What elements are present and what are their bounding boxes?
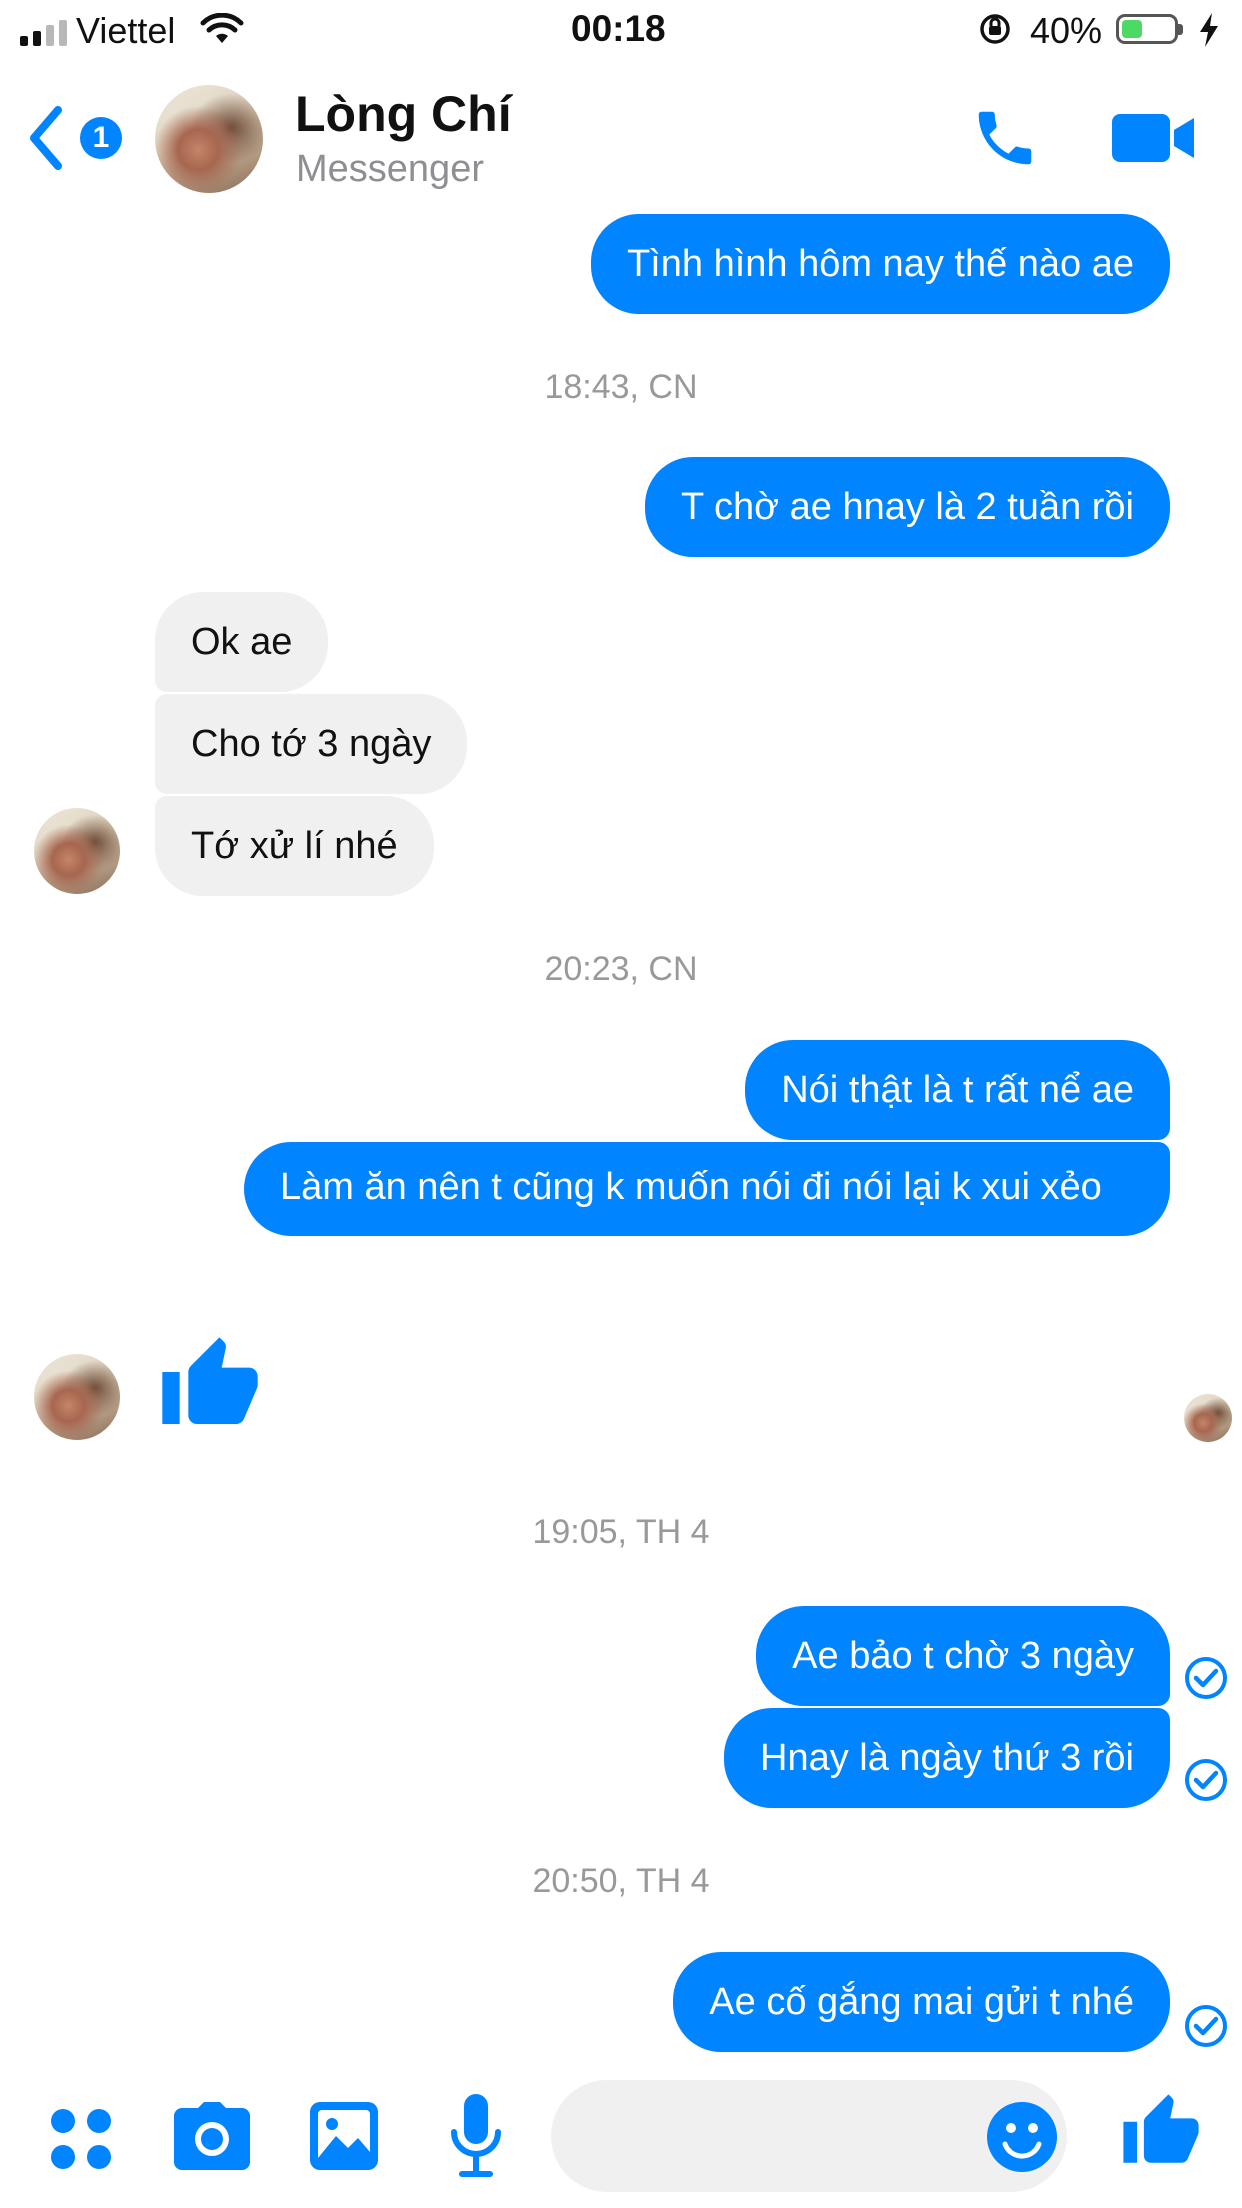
apps-grid-icon[interactable]: [48, 2106, 114, 2172]
contact-name[interactable]: Lòng Chí: [295, 85, 512, 143]
outgoing-message[interactable]: Tình hình hôm nay thế nào ae: [590, 214, 1170, 314]
read-check-icon: [1185, 1657, 1227, 1699]
timestamp: 20:23, CN: [544, 950, 698, 988]
sender-avatar: [34, 1354, 120, 1440]
gallery-icon[interactable]: [308, 2100, 380, 2172]
outgoing-message[interactable]: Nói thật là t rất nể ae: [745, 1040, 1170, 1140]
contact-subtitle: Messenger: [296, 148, 484, 190]
microphone-icon[interactable]: [448, 2092, 504, 2182]
thumbs-up-icon[interactable]: [158, 1330, 262, 1440]
battery-icon: [1116, 14, 1183, 44]
outgoing-message[interactable]: Làm ăn nên t cũng k muốn nói đi nói lại …: [244, 1142, 1170, 1236]
outgoing-message[interactable]: T chờ ae hnay là 2 tuần rồi: [644, 457, 1170, 557]
battery-percent: 40%: [1030, 10, 1103, 51]
status-time: 00:18: [571, 8, 666, 49]
emoji-icon[interactable]: [985, 2100, 1059, 2174]
incoming-message[interactable]: Ok ae: [155, 592, 329, 692]
sender-avatar: [34, 808, 120, 894]
carrier-label: Viettel: [76, 10, 176, 51]
incoming-message[interactable]: Tớ xử lí nhé: [155, 796, 434, 896]
seen-avatar: [1184, 1394, 1232, 1442]
outgoing-message[interactable]: Hnay là ngày thứ 3 rồi: [724, 1708, 1170, 1808]
video-camera-icon[interactable]: [1112, 110, 1196, 166]
back-button[interactable]: 1: [26, 100, 136, 180]
charging-bolt-icon: [1200, 13, 1218, 47]
phone-icon[interactable]: [970, 102, 1040, 174]
thumbs-up-send-icon[interactable]: [1120, 2090, 1202, 2174]
read-check-icon: [1185, 2005, 1227, 2047]
contact-avatar[interactable]: [155, 85, 263, 193]
incoming-message[interactable]: Cho tớ 3 ngày: [155, 694, 468, 794]
orientation-lock-icon: [980, 14, 1010, 44]
wifi-icon: [200, 13, 244, 43]
outgoing-message[interactable]: Ae bảo t chờ 3 ngày: [756, 1606, 1170, 1706]
camera-icon[interactable]: [172, 2100, 252, 2172]
timestamp: 19:05, TH 4: [532, 1513, 710, 1551]
unread-badge: 1: [80, 117, 122, 159]
read-check-icon: [1185, 1759, 1227, 1801]
timestamp: 18:43, CN: [544, 368, 698, 406]
outgoing-message[interactable]: Ae cố gắng mai gửi t nhé: [673, 1952, 1170, 2052]
back-chevron-icon: [30, 106, 62, 170]
signal-strength-icon: [20, 20, 67, 46]
timestamp: 20:50, TH 4: [532, 1862, 710, 1900]
